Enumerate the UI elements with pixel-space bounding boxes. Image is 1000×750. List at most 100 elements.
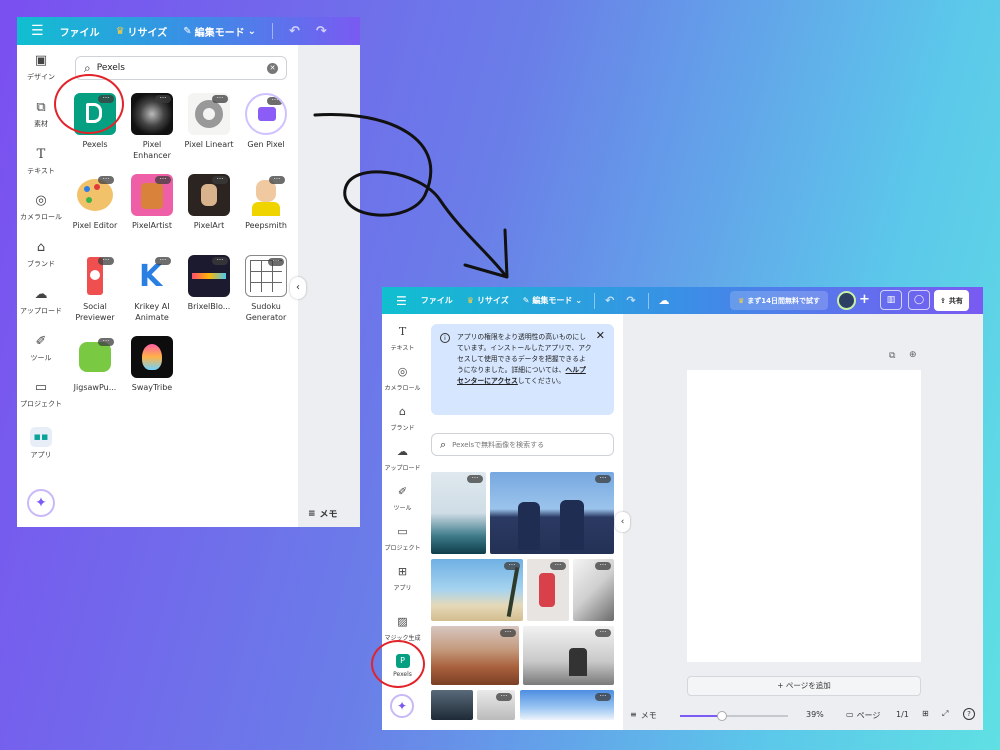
edit-mode-menu[interactable]: ✎ 編集モード ⌄	[523, 295, 582, 306]
sidebar-item-apps[interactable]: ▪▪ アプリ	[17, 427, 65, 460]
text-icon: T	[398, 325, 407, 338]
toolbar-divider	[272, 23, 274, 39]
sidebar-item-brand[interactable]: ⌂ ブランド	[382, 404, 423, 432]
sparkle-icon: ✦	[396, 699, 408, 713]
folder-icon: ▭	[397, 525, 408, 538]
dog-icon: ···	[131, 174, 173, 216]
memo-button[interactable]: ≡ メモ	[308, 507, 338, 521]
photo-thumbnail[interactable]: ···	[490, 472, 614, 554]
toolbar-divider	[647, 292, 649, 309]
sidebar-item-projects[interactable]: ▭ プロジェクト	[17, 380, 65, 409]
add-page-button[interactable]: + ページを追加	[687, 676, 921, 696]
help-icon[interactable]: ?	[963, 708, 975, 720]
zoom-slider[interactable]	[680, 711, 788, 721]
photo-thumbnail[interactable]	[431, 690, 473, 720]
app-tile-brixelblo[interactable]: ··· BrixelBlo...	[181, 255, 237, 312]
photo-thumbnail[interactable]: ···	[527, 559, 569, 621]
trial-button[interactable]: ♛ まず14日間無料で試す	[730, 291, 829, 310]
photo-thumbnail[interactable]: ···	[431, 559, 523, 621]
clear-icon[interactable]: ✕	[267, 63, 278, 74]
redo-icon[interactable]: ↷	[626, 295, 635, 306]
redo-icon[interactable]: ↷	[316, 25, 327, 38]
design-page[interactable]	[687, 370, 921, 662]
sidebar-item-magic-media[interactable]: ▨ マジック生成	[382, 614, 423, 642]
photo-thumbnail[interactable]: ···	[431, 472, 486, 554]
photo-thumbnail[interactable]: ···	[477, 690, 515, 720]
chevron-down-icon: ⌄	[247, 25, 257, 37]
sidebar-item-brand[interactable]: ⌂ ブランド	[17, 240, 65, 269]
sidebar-item-camera-roll[interactable]: ◎ カメラロール	[17, 193, 65, 222]
zoom-slider-handle[interactable]	[717, 711, 728, 721]
search-input[interactable]: ⌕ Pexels ✕	[75, 56, 287, 80]
resize-menu[interactable]: ♛ リサイズ	[467, 295, 509, 306]
sidebar-item-tools[interactable]: ✐ ツール	[17, 334, 65, 363]
comment-icon[interactable]: ◯	[908, 290, 930, 310]
canvas-area: ‹ ⧉ ⊕ + ページを追加	[615, 314, 983, 730]
brand-icon: ⌂	[36, 240, 46, 255]
sidebar-item-projects[interactable]: ▭ プロジェクト	[382, 524, 423, 552]
pages-button[interactable]: ▭ ページ	[846, 710, 880, 721]
sidebar-item-upload[interactable]: ☁ アップロード	[17, 287, 65, 316]
fullscreen-icon[interactable]: ⤢	[942, 709, 948, 719]
app-tile-sudoku-generator[interactable]: ··· Sudoku Generator	[238, 255, 294, 323]
app-tile-peepsmith[interactable]: ··· Peepsmith	[238, 174, 294, 231]
app-tile-pixelartist[interactable]: ··· PixelArtist	[124, 174, 180, 231]
sidebar-item-text[interactable]: T テキスト	[17, 147, 65, 176]
magic-button[interactable]: ✦	[27, 489, 55, 517]
app-tile-krikey[interactable]: K ··· Krikey AI Animate	[124, 255, 180, 323]
add-page-icon[interactable]: ⊕	[909, 350, 917, 360]
chevron-down-icon: ⌄	[575, 296, 583, 305]
chart-icon[interactable]: ▥	[880, 290, 902, 310]
share-button[interactable]: ⇪ 共有	[934, 290, 969, 311]
app-tile-swaytribe[interactable]: SwayTribe	[124, 336, 180, 393]
undo-icon[interactable]: ↶	[605, 295, 614, 306]
app-tile-pixel-enhancer[interactable]: ··· Pixel Enhancer	[124, 93, 180, 161]
zoom-level[interactable]: 39%	[806, 710, 824, 719]
camera-icon: ◎	[397, 365, 408, 378]
sidebar-item-camera-roll[interactable]: ◎ カメラロール	[382, 364, 423, 392]
collapse-panel-button[interactable]: ‹	[615, 512, 630, 532]
app-tile-social-previewer[interactable]: ··· Social Previewer	[67, 255, 123, 323]
hamburger-icon[interactable]: ☰	[31, 24, 44, 38]
hamburger-icon[interactable]: ☰	[396, 295, 407, 307]
sidebar-item-apps[interactable]: ⊞ アプリ	[382, 564, 423, 592]
magic-button[interactable]: ✦	[390, 694, 414, 718]
cloud-upload-icon: ☁	[34, 287, 48, 302]
app-tile-jigsaw[interactable]: ··· JigsawPu...	[67, 336, 123, 393]
sidebar-item-design[interactable]: ▣ デザイン	[17, 53, 65, 82]
chevron-left-icon: ‹	[620, 517, 625, 527]
memo-button[interactable]: ≡ メモ	[630, 710, 657, 721]
search-placeholder: Pexelsで無料画像を検索する	[452, 440, 545, 449]
app-tile-gen-pixel[interactable]: ··· Gen Pixel	[238, 93, 294, 150]
photo-thumbnail[interactable]: ···	[573, 559, 614, 621]
permissions-notice: i ✕ アプリの権限をより透明性の高いものにしています。インストールしたアプリで…	[431, 324, 614, 415]
sudoku-grid-icon: ···	[245, 255, 287, 297]
sidebar-item-upload[interactable]: ☁ アップロード	[382, 444, 423, 472]
grid-view-icon[interactable]: ⊞	[922, 709, 929, 718]
app-tile-pixel-lineart[interactable]: ··· Pixel Lineart	[181, 93, 237, 150]
duplicate-page-icon[interactable]: ⧉	[889, 351, 895, 361]
avatar[interactable]	[837, 291, 856, 310]
search-input[interactable]: ⌕ Pexelsで無料画像を検索する	[431, 433, 614, 456]
pencil-icon: ✎	[522, 296, 530, 305]
brand-icon: ⌂	[399, 405, 406, 418]
file-menu[interactable]: ファイル	[60, 24, 100, 39]
notes-icon: ≡	[630, 710, 637, 719]
sidebar-item-text[interactable]: T テキスト	[382, 324, 423, 352]
app-tile-pixelart[interactable]: ··· PixelArt	[181, 174, 237, 231]
photo-thumbnail[interactable]: ···	[431, 626, 519, 685]
app-tile-pixel-editor[interactable]: ··· Pixel Editor	[67, 174, 123, 231]
pen-icon: ✐	[35, 334, 47, 349]
arrow-annotation	[313, 112, 509, 279]
phone-icon: ···	[74, 255, 116, 297]
undo-icon[interactable]: ↶	[289, 25, 300, 38]
sidebar-item-tools[interactable]: ✐ ツール	[382, 484, 423, 512]
file-menu[interactable]: ファイル	[421, 295, 453, 306]
resize-menu[interactable]: ♛ リサイズ	[116, 24, 168, 39]
photo-thumbnail[interactable]: ···	[520, 690, 614, 720]
photo-thumbnail[interactable]: ···	[523, 626, 614, 685]
cloud-sync-icon[interactable]: ☁	[659, 295, 670, 306]
plus-icon[interactable]: +	[859, 293, 870, 307]
edit-mode-menu[interactable]: ✎ 編集モード ⌄	[183, 24, 256, 39]
close-icon[interactable]: ✕	[596, 330, 605, 341]
